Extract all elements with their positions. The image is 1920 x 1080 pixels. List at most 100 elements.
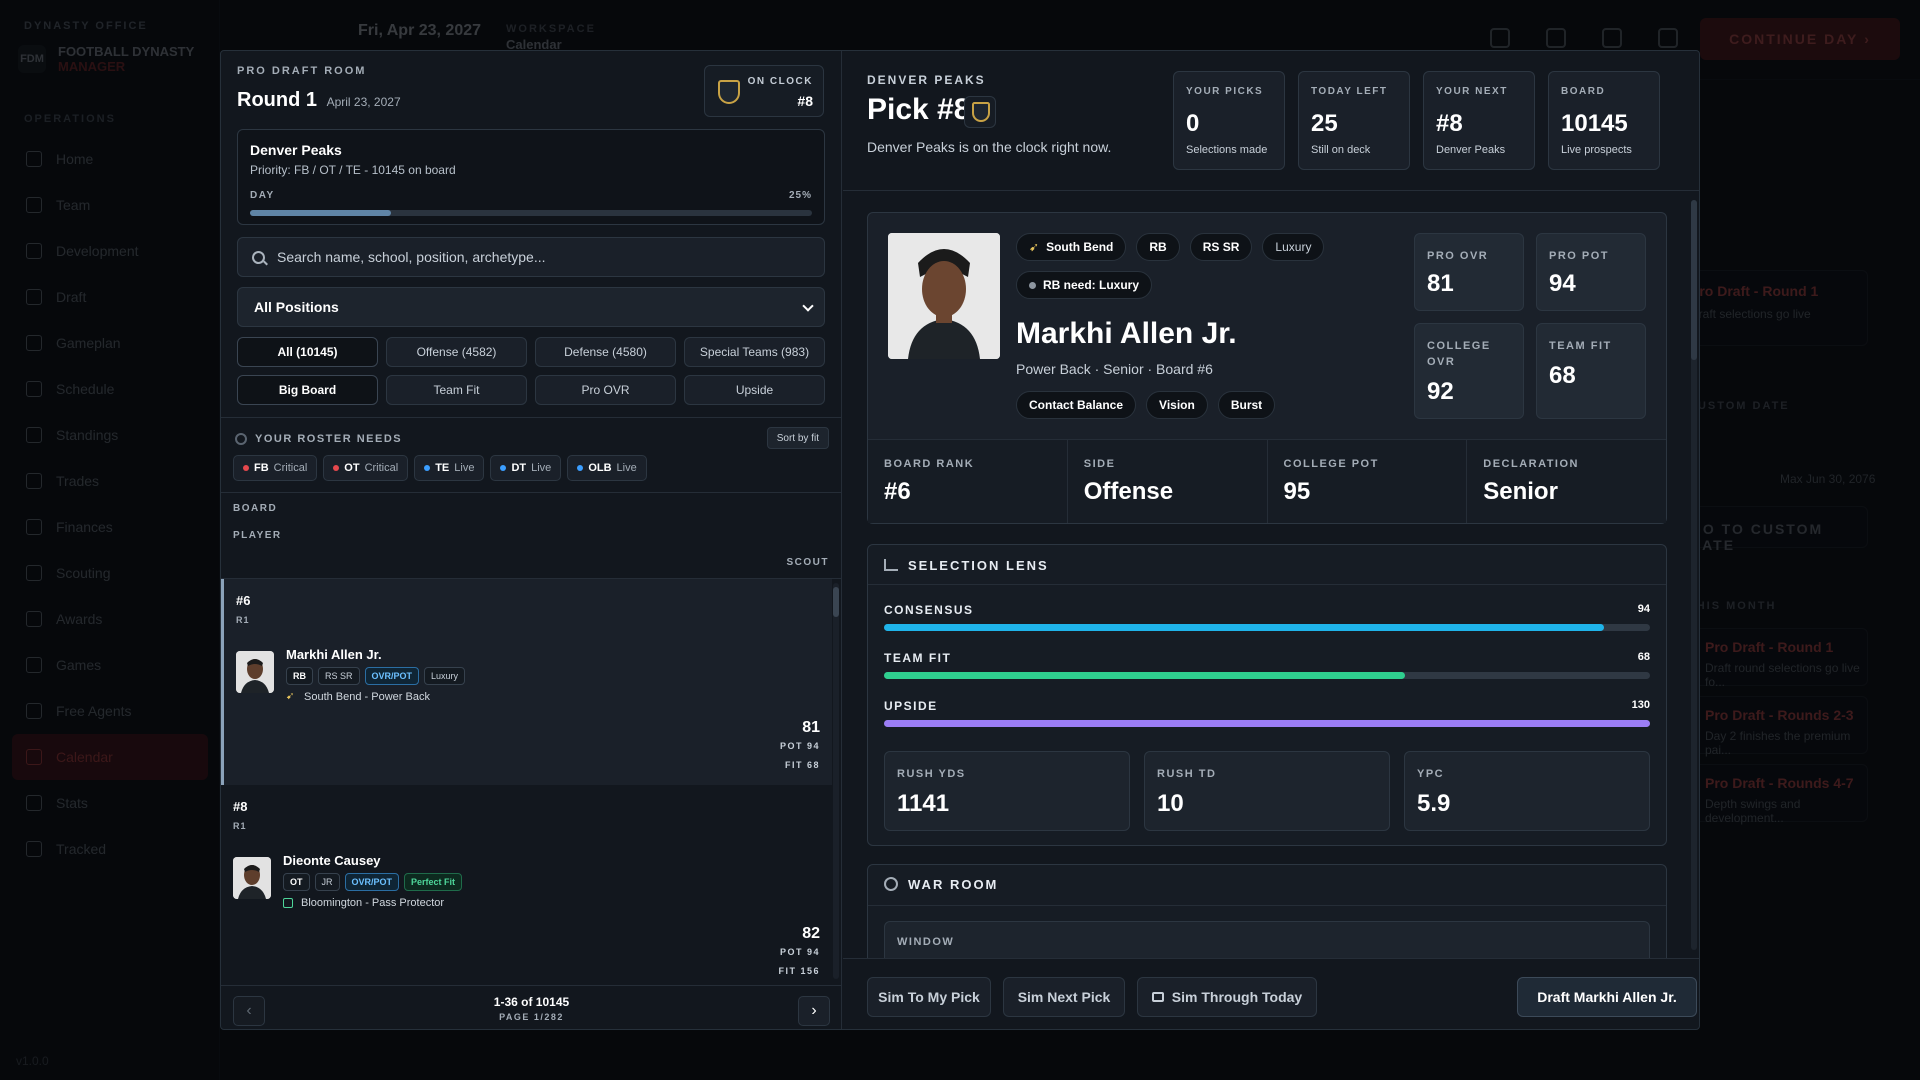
class-tag: RS SR [318, 667, 360, 685]
need-position: OT [344, 462, 360, 474]
filter-offense[interactable]: Offense (4582) [386, 337, 527, 367]
prospect-tags: ➹ South Bend RB RS SR Luxury [1016, 233, 1325, 261]
window-box: WINDOW [884, 921, 1650, 958]
stat-value: 1141 [897, 790, 950, 817]
need-chip-fb[interactable]: FB Critical [233, 455, 318, 481]
row-player-name[interactable]: Markhi Allen Jr. [286, 647, 382, 662]
row-tags: RB RS SR OVR/POT Luxury [286, 667, 466, 685]
trait-tag: Burst [1217, 391, 1276, 419]
cell-value: Offense [1083, 478, 1174, 505]
chevron-down-icon [802, 300, 814, 312]
on-clock-badge: ON CLOCK #8 [704, 65, 824, 117]
side-cell: SIDE Offense [1068, 440, 1268, 523]
need-chip-te[interactable]: TE Live [414, 455, 485, 481]
need-chip-dt[interactable]: DT Live [490, 455, 562, 481]
position-select[interactable]: All Positions [237, 287, 825, 327]
bar-label: UPSIDE [884, 699, 938, 713]
list-scrollbar[interactable] [833, 583, 839, 979]
pro-ovr-box: PRO OVR 81 [1414, 233, 1524, 311]
row-tags: OT JR OVR/POT Perfect Fit [283, 873, 463, 891]
divider [868, 905, 1666, 906]
team-priority-card: Denver Peaks Priority: FB / OT / TE - 10… [237, 129, 825, 225]
pro-pot-label: PRO POT [1549, 250, 1610, 262]
bar-track [884, 672, 1650, 679]
sort-by-fit-button[interactable]: Sort by fit [766, 427, 829, 449]
day-progress-bar [250, 210, 812, 216]
row-round: R1 [236, 615, 250, 625]
position-tag: RB [1136, 233, 1180, 261]
prospect-card: ➹ South Bend RB RS SR Luxury RB need: Lux… [867, 212, 1667, 524]
rush-td-box: RUSH TD 10 [1144, 751, 1390, 831]
need-position: FB [254, 462, 269, 474]
prospect-traits: Contact Balance Vision Burst [1016, 391, 1276, 419]
stat-your-next: YOUR NEXT #8 Denver Peaks [1423, 71, 1535, 170]
search-input[interactable] [277, 249, 797, 265]
board-rank-cell: BOARD RANK #6 [868, 440, 1068, 523]
action-bar: Sim To My Pick Sim Next Pick Sim Through… [843, 958, 1699, 1029]
filter-special-teams[interactable]: Special Teams (983) [684, 337, 825, 367]
need-dot-icon [1029, 281, 1036, 289]
status-dot-icon [424, 465, 431, 471]
sort-team-fit[interactable]: Team Fit [386, 375, 527, 405]
stat-label: RUSH TD [1157, 768, 1217, 780]
sort-big-board[interactable]: Big Board [237, 375, 378, 405]
bar-chart-icon [884, 559, 898, 571]
page-count: 1-36 of 10145 [493, 995, 570, 1009]
table-row[interactable]: #8 R1 Dieonte Causey OT JR OVR/POT Perfect Fit… [221, 785, 832, 985]
column-scout: SCOUT [786, 557, 829, 568]
row-round: R1 [233, 821, 247, 831]
fit-tag: Perfect Fit [404, 873, 463, 891]
school-tag-label: South Bend [1046, 240, 1114, 254]
row-rank: #6 [236, 593, 251, 608]
day-progress-fill [250, 210, 391, 216]
sim-to-my-pick-button[interactable]: Sim To My Pick [867, 977, 991, 1017]
row-school-label: South Bend - Power Back [304, 691, 430, 703]
prospect-name: Markhi Allen Jr. [1016, 317, 1237, 350]
details-scrollbar[interactable] [1691, 200, 1697, 950]
draft-room-modal: PRO DRAFT ROOM Round 1 April 23, 2027 ON… [220, 50, 1700, 1030]
stat-label: YOUR PICKS [1186, 86, 1264, 97]
fast-forward-icon [1151, 992, 1164, 1002]
status-dot-icon [500, 465, 507, 471]
sim-through-today-button[interactable]: Sim Through Today [1137, 977, 1317, 1017]
position-tag: RB [286, 667, 313, 685]
need-chip-olb[interactable]: OLB Live [567, 455, 647, 481]
cell-label: BOARD RANK [884, 458, 975, 470]
pagination: ‹ 1-36 of 10145 PAGE 1/282 › [221, 985, 842, 1029]
table-row[interactable]: #6 R1 Markhi Allen Jr. RB RS SR OVR/POT Luxury… [221, 579, 832, 785]
bar-fill [884, 720, 1650, 727]
next-page-button[interactable]: › [798, 996, 830, 1026]
sort-upside[interactable]: Upside [684, 375, 825, 405]
draft-player-button[interactable]: Draft Markhi Allen Jr. [1517, 977, 1697, 1017]
college-pot-cell: COLLEGE POT 95 [1268, 440, 1468, 523]
team-name: Denver Peaks [250, 142, 342, 158]
pick-team-label: DENVER PEAKS [867, 73, 986, 87]
trait-tag: Vision [1146, 391, 1208, 419]
filter-all[interactable]: All (10145) [237, 337, 378, 367]
sim-next-pick-button[interactable]: Sim Next Pick [1003, 977, 1125, 1017]
need-chip-ot[interactable]: OT Critical [323, 455, 409, 481]
roster-needs-title: YOUR ROSTER NEEDS [235, 433, 402, 445]
need-status: Live [616, 462, 637, 474]
sort-pro-ovr[interactable]: Pro OVR [535, 375, 676, 405]
war-room: WAR ROOM WINDOW [867, 864, 1667, 958]
pick-shield-badge [964, 96, 996, 128]
cell-label: COLLEGE POT [1283, 458, 1379, 470]
row-player-name[interactable]: Dieonte Causey [283, 853, 381, 868]
class-tag: JR [314, 873, 340, 891]
row-ovr: 82 [802, 925, 820, 942]
team-priority: Priority: FB / OT / TE - 10145 on board [250, 163, 456, 177]
row-school: ➹ South Bend - Power Back [286, 691, 430, 703]
status-dot-icon [577, 465, 584, 471]
rush-yards-box: RUSH YDS 1141 [884, 751, 1130, 831]
clock-icon [884, 877, 898, 891]
player-search[interactable] [237, 237, 825, 277]
need-position: OLB [588, 462, 612, 474]
stat-label: YPC [1417, 768, 1445, 780]
on-clock-label: ON CLOCK [747, 76, 813, 87]
stat-label: YOUR NEXT [1436, 86, 1508, 97]
draft-room-label: PRO DRAFT ROOM [237, 65, 367, 77]
filter-defense[interactable]: Defense (4580) [535, 337, 676, 367]
position-select-value: All Positions [254, 299, 339, 315]
prospect-meta: Power Back · Senior · Board #6 [1016, 361, 1213, 377]
